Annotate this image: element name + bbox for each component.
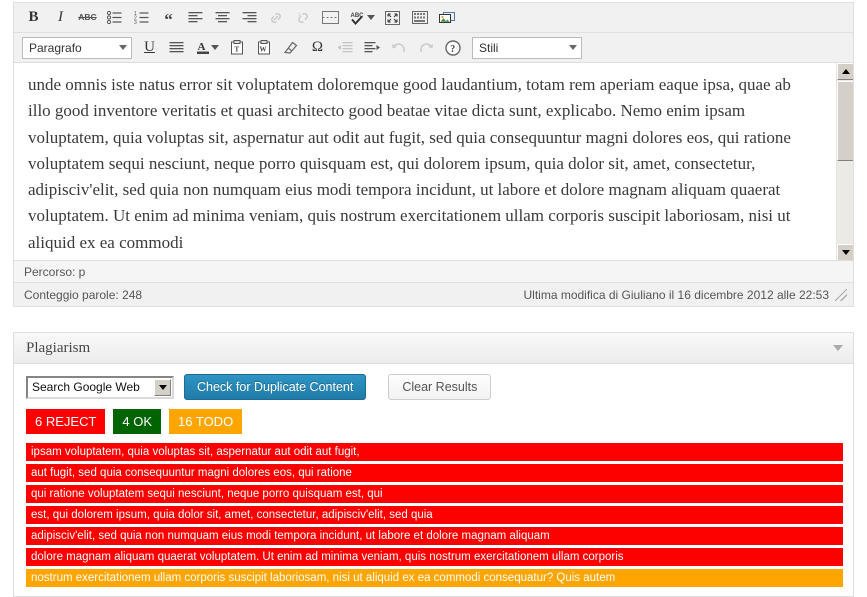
indent-icon[interactable] bbox=[358, 36, 385, 60]
svg-text:W: W bbox=[259, 46, 266, 54]
format-select[interactable]: Paragrafo bbox=[22, 36, 132, 59]
triangle-up-icon bbox=[841, 69, 850, 74]
styles-select[interactable]: Stili bbox=[472, 36, 582, 59]
plagiarism-result-bar[interactable]: nostrum exercitationem ullam corporis su… bbox=[26, 569, 843, 587]
plagiarism-panel-header[interactable]: Plagiarism bbox=[14, 333, 853, 364]
insert-more-tag-icon[interactable] bbox=[317, 6, 344, 30]
chevron-down-icon bbox=[569, 45, 577, 50]
chevron-down-icon bbox=[119, 45, 127, 50]
editor-toolbar-row-1: B I ABC 123 “ ABC bbox=[14, 3, 853, 33]
path-label: Percorso: p bbox=[24, 264, 86, 279]
clear-results-button[interactable]: Clear Results bbox=[388, 374, 492, 400]
chevron-down-icon[interactable] bbox=[833, 345, 843, 351]
paste-as-text-icon[interactable]: T bbox=[223, 36, 250, 60]
kitchen-sink-icon[interactable] bbox=[406, 6, 433, 30]
reject-badge[interactable]: 6 REJECT bbox=[26, 409, 106, 434]
search-engine-select-value: Search Google Web bbox=[32, 380, 140, 394]
format-select-value: Paragrafo bbox=[29, 40, 82, 55]
help-icon[interactable]: ? bbox=[439, 36, 466, 60]
special-character-icon[interactable]: Ω bbox=[304, 36, 331, 60]
triangle-down-icon bbox=[841, 250, 850, 255]
plagiarism-controls-row: Search Google Web Check for Duplicate Co… bbox=[26, 374, 841, 400]
editor-status-bar: Conteggio parole: 248 Ultima modifica di… bbox=[14, 283, 853, 306]
unlink-icon[interactable] bbox=[290, 6, 317, 30]
undo-icon[interactable] bbox=[385, 36, 412, 60]
spellcheck-dropdown-arrow-icon[interactable] bbox=[367, 15, 375, 20]
redo-icon[interactable] bbox=[412, 36, 439, 60]
word-count-label: Conteggio parole: 248 bbox=[24, 287, 143, 302]
editor-scrollbar[interactable] bbox=[836, 63, 853, 260]
remove-formatting-icon[interactable] bbox=[277, 36, 304, 60]
insert-image-icon[interactable] bbox=[433, 6, 460, 30]
blockquote-icon[interactable]: “ bbox=[155, 6, 182, 30]
panel-title: Plagiarism bbox=[26, 339, 91, 356]
italic-icon[interactable]: I bbox=[47, 6, 74, 30]
editor-path-bar: Percorso: p bbox=[14, 261, 853, 283]
plagiarism-result-bar[interactable]: est, qui dolorem ipsum, quia dolor sit, … bbox=[26, 506, 843, 524]
svg-text:T: T bbox=[234, 46, 239, 54]
post-editor-panel: B I ABC 123 “ ABC Paragrafo U A T W Ω ? … bbox=[13, 2, 854, 307]
plagiarism-result-bar[interactable]: adipisciv'elit, sed quia non numquam eiu… bbox=[26, 527, 843, 545]
chevron-down-icon bbox=[154, 378, 171, 396]
plagiarism-result-bar[interactable]: qui ratione voluptatem sequi nesciunt, n… bbox=[26, 485, 843, 503]
plagiarism-panel-body: Search Google Web Check for Duplicate Co… bbox=[14, 364, 853, 596]
svg-text:A: A bbox=[198, 41, 206, 53]
search-engine-select[interactable]: Search Google Web bbox=[26, 375, 174, 399]
styles-select-value: Stili bbox=[479, 40, 499, 55]
insert-link-icon[interactable] bbox=[263, 6, 290, 30]
editor-text[interactable]: unde omnis iste natus error sit voluptat… bbox=[14, 63, 834, 256]
scroll-up-button[interactable] bbox=[837, 63, 853, 80]
svg-text:ABC: ABC bbox=[351, 13, 365, 19]
resize-grip[interactable] bbox=[835, 288, 847, 301]
fullscreen-icon[interactable] bbox=[379, 6, 406, 30]
plagiarism-panel: Plagiarism Search Google Web Check for D… bbox=[13, 332, 854, 597]
align-right-icon[interactable] bbox=[236, 6, 263, 30]
text-color-dropdown-arrow-icon[interactable] bbox=[211, 45, 219, 50]
plagiarism-result-bar[interactable]: aut fugit, sed quia consequuntur magni d… bbox=[26, 464, 843, 482]
plagiarism-results-list: ipsam voluptatem, quia voluptas sit, asp… bbox=[26, 443, 843, 596]
align-center-icon[interactable] bbox=[209, 6, 236, 30]
editor-content-area[interactable]: unde omnis iste natus error sit voluptat… bbox=[14, 63, 853, 261]
outdent-icon[interactable] bbox=[331, 36, 358, 60]
plagiarism-result-bar[interactable]: dolore magnam aliquam quaerat voluptatem… bbox=[26, 548, 843, 566]
unordered-list-icon[interactable] bbox=[101, 6, 128, 30]
check-duplicate-content-button[interactable]: Check for Duplicate Content bbox=[184, 374, 367, 400]
paste-from-word-icon[interactable]: W bbox=[250, 36, 277, 60]
svg-text:3: 3 bbox=[134, 20, 137, 24]
align-left-icon[interactable] bbox=[182, 6, 209, 30]
editor-toolbar-row-2: Paragrafo U A T W Ω ? Stili bbox=[14, 33, 853, 63]
ordered-list-icon[interactable]: 123 bbox=[128, 6, 155, 30]
strikethrough-icon[interactable]: ABC bbox=[74, 6, 101, 30]
last-modified-label: Ultima modifica di Giuliano il 16 dicemb… bbox=[523, 287, 830, 302]
scrollbar-thumb[interactable] bbox=[837, 81, 853, 161]
scroll-down-button[interactable] bbox=[837, 244, 853, 260]
status-badges-row: 6 REJECT 4 OK 16 TODO bbox=[26, 409, 841, 434]
todo-badge[interactable]: 16 TODO bbox=[169, 409, 243, 434]
svg-text:?: ? bbox=[450, 44, 455, 55]
align-justify-icon[interactable] bbox=[163, 36, 190, 60]
underline-icon[interactable]: U bbox=[136, 36, 163, 60]
bold-icon[interactable]: B bbox=[20, 6, 47, 30]
plagiarism-result-bar[interactable]: ipsam voluptatem, quia voluptas sit, asp… bbox=[26, 443, 843, 461]
ok-badge[interactable]: 4 OK bbox=[113, 409, 162, 434]
